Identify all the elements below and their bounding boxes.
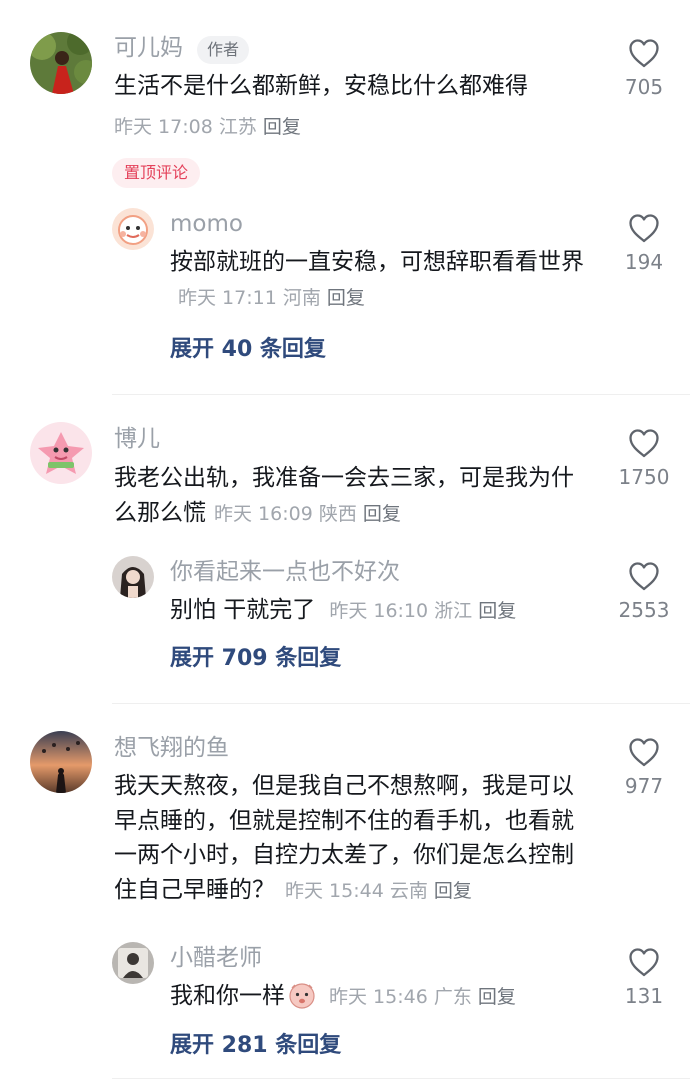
like-button[interactable]: 2553 xyxy=(606,561,682,620)
like-button[interactable]: 977 xyxy=(606,737,682,796)
reply-button[interactable]: 回复 xyxy=(263,116,301,138)
username[interactable]: 你看起来一点也不好次 xyxy=(170,561,400,584)
comment-text: 生活不是什么都新鲜，安稳比什么都难得 xyxy=(114,73,528,99)
like-count: 1750 xyxy=(618,465,670,489)
like-count: 131 xyxy=(624,984,664,1008)
like-button[interactable]: 705 xyxy=(606,38,682,97)
comment-text: 按部就班的一直安稳，可想辞职看看世界 xyxy=(170,249,584,275)
reply-button[interactable]: 回复 xyxy=(434,880,472,902)
comment-meta: 昨天 17:08 江苏 回复 xyxy=(114,118,301,137)
divider xyxy=(112,703,690,704)
comment-location: 河南 xyxy=(282,286,321,309)
avatar[interactable] xyxy=(112,942,154,984)
username[interactable]: 小醋老师 xyxy=(170,947,262,970)
comment-location: 陕西 xyxy=(318,502,357,525)
reply-button[interactable]: 回复 xyxy=(327,287,365,309)
username[interactable]: momo xyxy=(170,213,243,236)
comment-time: 昨天 15:46 xyxy=(329,986,428,1008)
username[interactable]: 可儿妈 xyxy=(114,37,183,60)
comment-time: 昨天 16:09 xyxy=(214,502,313,525)
reply-button[interactable]: 回复 xyxy=(478,600,516,622)
comment-time: 昨天 17:08 xyxy=(114,116,213,138)
comment-time: 昨天 17:11 xyxy=(178,286,277,309)
avatar[interactable] xyxy=(30,422,92,484)
like-count: 194 xyxy=(624,250,664,274)
comment-time: 昨天 16:10 xyxy=(329,600,429,622)
divider xyxy=(112,1078,690,1079)
like-count: 705 xyxy=(624,75,664,99)
heart-icon xyxy=(628,947,660,977)
comment-text: 别怕 干就完了 xyxy=(170,597,316,623)
reply-text-block: 按部就班的一直安稳，可想辞职看看世界昨天 17:11 河南 回复 xyxy=(170,245,600,314)
heart-icon xyxy=(628,561,660,591)
heart-icon xyxy=(628,38,660,68)
reply-text-block: 我天天熬夜，但是我自己不想熬啊，我是可以早点睡的，但就是控制不住的看手机，也看就… xyxy=(114,769,590,907)
like-button[interactable]: 194 xyxy=(606,213,682,272)
like-button[interactable]: 131 xyxy=(606,947,682,1006)
comment-text: 我和你一样 xyxy=(170,983,285,1009)
blush-emoji-icon xyxy=(289,983,315,1009)
comment-location: 江苏 xyxy=(218,116,257,138)
author-badge: 作者 xyxy=(197,36,250,64)
heart-icon xyxy=(628,428,660,458)
comment-location: 云南 xyxy=(389,879,428,902)
comment-meta: 昨天 16:09 陕西 回复 xyxy=(214,503,401,525)
comment-meta: 昨天 16:10 浙江 回复 xyxy=(329,600,516,622)
comment-meta: 昨天 15:46 广东 回复 xyxy=(329,986,516,1008)
reply-button[interactable]: 回复 xyxy=(478,986,516,1008)
like-button[interactable]: 1750 xyxy=(606,428,682,487)
like-count: 2553 xyxy=(618,598,670,622)
comment-time: 昨天 15:44 xyxy=(285,879,384,902)
pinned-badge: 置顶评论 xyxy=(112,158,201,188)
heart-icon xyxy=(628,737,660,767)
avatar[interactable] xyxy=(112,556,154,598)
username[interactable]: 博儿 xyxy=(114,428,160,451)
avatar[interactable] xyxy=(112,208,154,250)
expand-replies-button[interactable]: 展开 40 条回复 xyxy=(170,339,326,361)
comment-location: 浙江 xyxy=(434,600,473,622)
reply-button[interactable]: 回复 xyxy=(363,503,401,525)
avatar[interactable] xyxy=(30,731,92,793)
comment-meta: 昨天 17:11 河南 回复 xyxy=(178,287,365,309)
divider xyxy=(112,394,690,395)
username[interactable]: 想飞翔的鱼 xyxy=(114,737,229,760)
avatar[interactable] xyxy=(30,32,92,94)
expand-replies-button[interactable]: 展开 281 条回复 xyxy=(170,1035,341,1057)
like-count: 977 xyxy=(624,774,664,798)
reply-text-block: 我老公出轨，我准备一会去三家，可是我为什么那么慌 昨天 16:09 陕西 回复 xyxy=(114,461,594,530)
comment-location: 广东 xyxy=(433,986,472,1008)
reply-text-block: 我和你一样 昨天 15:46 广东 回复 xyxy=(170,979,600,1014)
comment-meta: 昨天 15:44 云南 回复 xyxy=(285,880,472,902)
heart-icon xyxy=(628,213,660,243)
reply-text-block: 别怕 干就完了 昨天 16:10 浙江 回复 xyxy=(170,593,600,628)
expand-replies-button[interactable]: 展开 709 条回复 xyxy=(170,648,341,670)
